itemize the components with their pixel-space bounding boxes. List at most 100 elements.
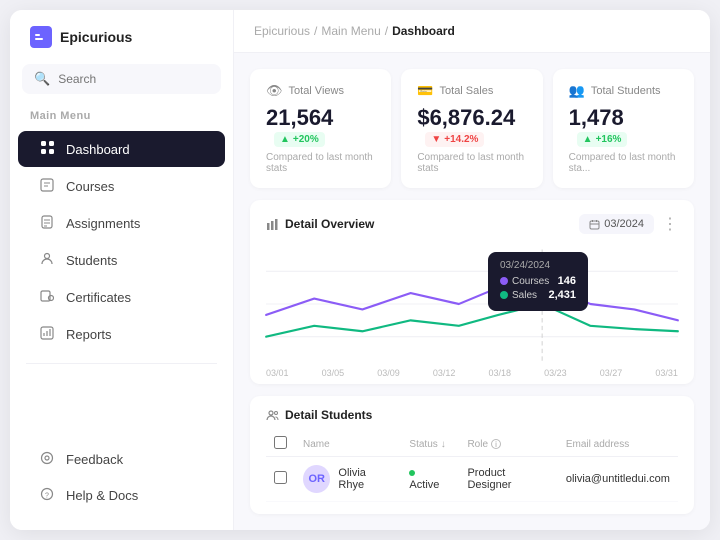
feedback-icon [38, 451, 56, 468]
students-stat-value: 1,478 [569, 105, 624, 130]
col-email: Email address [558, 432, 678, 457]
students-badge-arrow: ▲ [583, 134, 593, 145]
logo: Epicurious [10, 26, 233, 64]
search-input[interactable] [58, 72, 209, 86]
breadcrumb-epicurious[interactable]: Epicurious [254, 24, 310, 38]
views-value: 21,564 [266, 105, 333, 130]
row-email: olivia@untitledui.com [558, 457, 678, 502]
chart-area: 03/24/2024 Courses 146 Sales [266, 244, 678, 364]
breadcrumb: Epicurious / Main Menu / Dashboard [254, 24, 690, 38]
views-label: Total Views [289, 85, 344, 97]
sidebar-item-assignments[interactable]: Assignments [18, 206, 225, 241]
row-role: Product Designer [459, 457, 557, 502]
sidebar-item-courses[interactable]: Courses [18, 169, 225, 204]
students-icon [38, 252, 56, 269]
dashboard-icon [38, 140, 56, 158]
views-badge: ▲ +20% [274, 132, 325, 147]
x-label-6: 03/27 [600, 368, 623, 378]
certificates-icon [38, 289, 56, 306]
top-bar: Epicurious / Main Menu / Dashboard [234, 10, 710, 53]
students-stat-label: Total Students [591, 85, 661, 97]
x-label-2: 03/09 [377, 368, 400, 378]
students-stat-icon: 👥 [569, 83, 585, 99]
table-header-row: Name Status ↓ Role [266, 432, 678, 457]
chart-header: Detail Overview 03/2024 ⋮ [266, 214, 678, 234]
students-stat-sub: Compared to last month sta... [569, 152, 678, 174]
role-info-icon: i [491, 439, 501, 449]
logo-text: Epicurious [60, 29, 132, 45]
sidebar-students-label: Students [66, 253, 117, 268]
sales-badge: ▼ +14.2% [425, 132, 484, 147]
breadcrumb-dashboard: Dashboard [392, 24, 455, 38]
students-section-icon [266, 409, 279, 422]
col-role: Role i [459, 432, 557, 457]
table-row: OR Olivia Rhye Active Product Designer o… [266, 457, 678, 502]
students-stat-badge: ▲ +16% [577, 132, 628, 147]
chart-date-label: 03/2024 [604, 218, 644, 230]
views-badge-arrow: ▲ [280, 134, 290, 145]
breadcrumb-sep1: / [314, 24, 317, 38]
main-content: Epicurious / Main Menu / Dashboard 👁 Tot… [234, 10, 710, 530]
student-name-cell: OR Olivia Rhye [303, 465, 393, 493]
sidebar-section-label: Main Menu [10, 110, 233, 130]
students-table: Name Status ↓ Role [266, 432, 678, 502]
stat-card-views: 👁 Total Views 21,564 ▲ +20% Compared to … [250, 69, 391, 188]
chart-date-button[interactable]: 03/2024 [579, 214, 654, 234]
select-all-checkbox[interactable] [274, 436, 287, 449]
stats-row: 👁 Total Views 21,564 ▲ +20% Compared to … [250, 69, 694, 188]
sidebar-bottom: Feedback ? Help & Docs [10, 441, 233, 514]
sidebar-feedback-label: Feedback [66, 452, 123, 467]
chart-title-icon [266, 218, 279, 231]
help-icon: ? [38, 487, 56, 504]
reports-icon [38, 326, 56, 343]
x-label-5: 03/23 [544, 368, 567, 378]
chart-title: Detail Overview [266, 217, 374, 231]
status-indicator [409, 470, 415, 476]
sidebar: Epicurious 🔍 Main Menu Dashboard [10, 10, 234, 530]
row-status: Active [401, 457, 459, 502]
col-name: Name [295, 432, 401, 457]
chart-card: Detail Overview 03/2024 ⋮ [250, 200, 694, 384]
sidebar-item-students[interactable]: Students [18, 243, 225, 278]
x-label-1: 03/05 [322, 368, 345, 378]
assignments-icon [38, 215, 56, 232]
search-icon: 🔍 [34, 71, 50, 87]
sidebar-item-reports[interactable]: Reports [18, 317, 225, 352]
sales-icon: 💳 [417, 83, 433, 99]
sidebar-item-dashboard[interactable]: Dashboard [18, 131, 225, 167]
row-name: OR Olivia Rhye [295, 457, 401, 502]
app-container: Epicurious 🔍 Main Menu Dashboard [10, 10, 710, 530]
student-avatar: OR [303, 465, 330, 493]
sidebar-help-label: Help & Docs [66, 488, 138, 503]
x-label-4: 03/18 [489, 368, 512, 378]
x-label-7: 03/31 [655, 368, 678, 378]
stat-card-sales: 💳 Total Sales $6,876.24 ▼ +14.2% Compare… [401, 69, 542, 188]
col-status: Status ↓ [401, 432, 459, 457]
status-sort-icon: ↓ [441, 439, 446, 450]
calendar-icon [589, 219, 600, 230]
views-sub: Compared to last month stats [266, 152, 375, 174]
content-area: 👁 Total Views 21,564 ▲ +20% Compared to … [234, 53, 710, 530]
students-section-header: Detail Students [266, 408, 678, 422]
search-bar[interactable]: 🔍 [22, 64, 221, 94]
x-label-0: 03/01 [266, 368, 289, 378]
courses-icon [38, 178, 56, 195]
chart-svg [266, 244, 678, 364]
sidebar-divider [26, 363, 217, 364]
views-icon: 👁 [266, 83, 283, 99]
sidebar-dashboard-label: Dashboard [66, 142, 130, 157]
row-checkbox[interactable] [274, 471, 287, 484]
sidebar-item-help[interactable]: ? Help & Docs [18, 478, 225, 513]
sidebar-courses-label: Courses [66, 179, 114, 194]
stat-card-students: 👥 Total Students 1,478 ▲ +16% Compared t… [553, 69, 694, 188]
sales-sub: Compared to last month stats [417, 152, 526, 174]
sidebar-item-certificates[interactable]: Certificates [18, 280, 225, 315]
sidebar-item-feedback[interactable]: Feedback [18, 442, 225, 477]
sidebar-certificates-label: Certificates [66, 290, 131, 305]
students-section-title: Detail Students [285, 408, 372, 422]
chart-more-button[interactable]: ⋮ [662, 214, 678, 234]
chart-title-text: Detail Overview [285, 217, 374, 231]
breadcrumb-mainmenu[interactable]: Main Menu [321, 24, 380, 38]
sales-label: Total Sales [440, 85, 494, 97]
students-card: Detail Students Name [250, 396, 694, 514]
